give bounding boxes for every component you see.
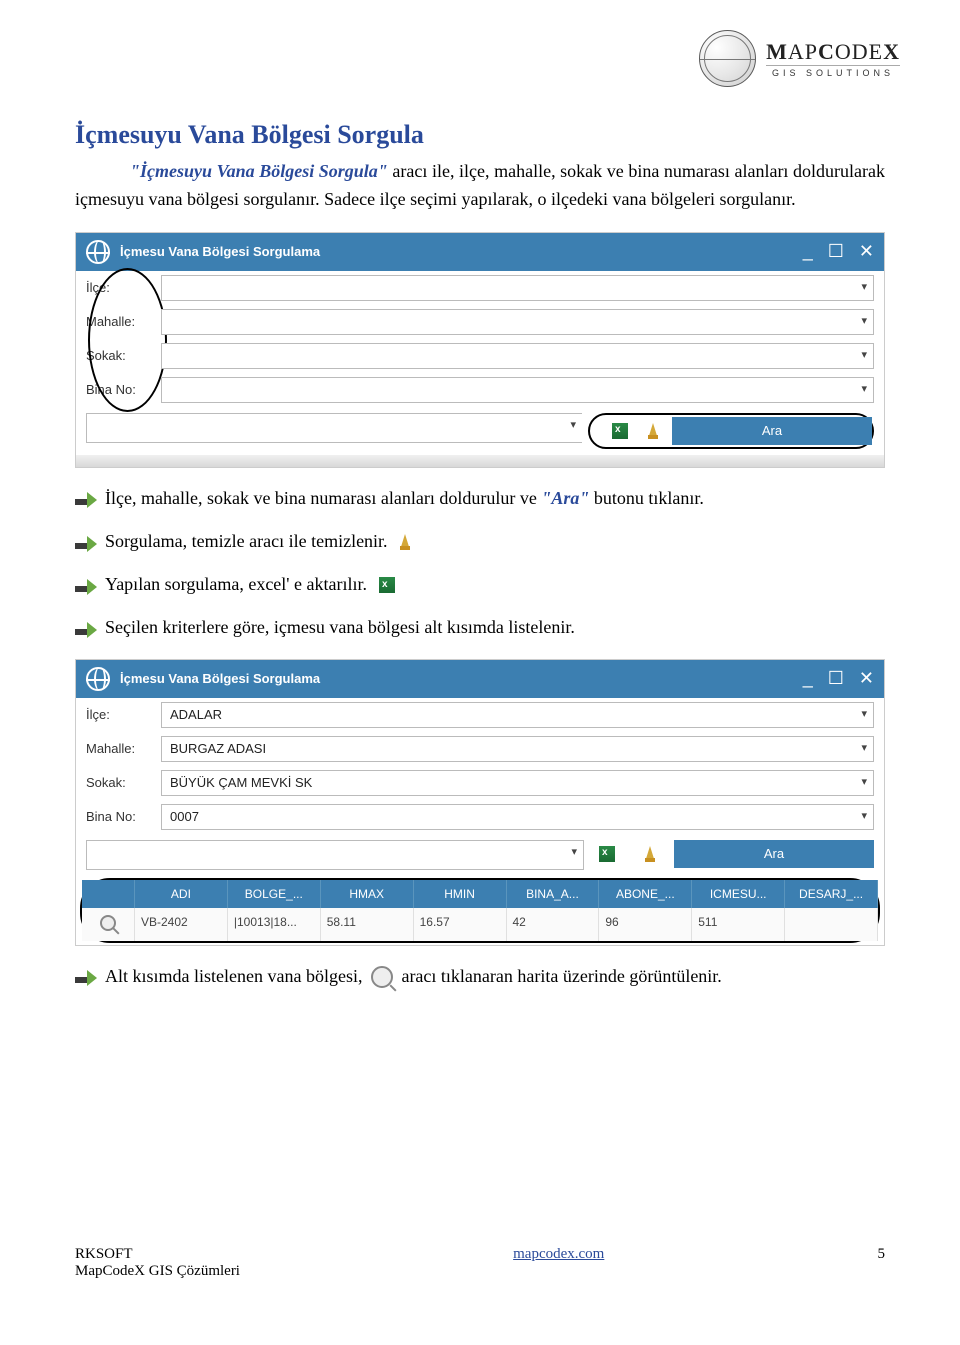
select-binano-2[interactable]: 0007 (161, 804, 874, 830)
maximize-icon[interactable]: ☐ (828, 241, 844, 262)
filter-input[interactable] (86, 413, 582, 443)
select-binano[interactable] (161, 377, 874, 403)
magnifier-icon (371, 966, 393, 988)
brand-logo: MAPCODEX GIS SOLUTIONS (699, 30, 900, 87)
label-ilce: İlçe: (86, 280, 161, 295)
excel-icon (379, 577, 395, 593)
screenshot-2: İçmesu Vana Bölgesi Sorgulama _ ☐ ✕ İlçe… (75, 659, 885, 946)
bullet-4: Seçilen kriterlere göre, içmesu vana böl… (75, 615, 885, 640)
window-title: İçmesu Vana Bölgesi Sorgulama (120, 244, 793, 259)
arrow-icon (75, 622, 97, 638)
minimize-icon[interactable]: _ (803, 668, 813, 689)
filter-input-2[interactable] (86, 840, 584, 870)
label-mahalle: Mahalle: (86, 314, 161, 329)
broom-icon (400, 534, 410, 550)
label-mahalle: Mahalle: (86, 741, 161, 756)
select-sokak-2[interactable]: BÜYÜK ÇAM MEVKİ SK (161, 770, 874, 796)
arrow-icon (75, 536, 97, 552)
excel-icon[interactable] (612, 423, 628, 439)
bullet-1: İlçe, mahalle, sokak ve bina numarası al… (75, 486, 885, 511)
page-number: 5 (877, 1246, 885, 1280)
results-highlight-ring: ADI BOLGE_... HMAX HMIN BINA_A... ABONE_… (80, 878, 880, 943)
minimize-icon[interactable]: _ (803, 241, 813, 262)
magnifier-icon[interactable] (100, 915, 116, 931)
label-binano: Bina No: (86, 382, 161, 397)
page-heading: İçmesuyu Vana Bölgesi Sorgula (75, 120, 885, 150)
bullet-2: Sorgulama, temizle aracı ile temizlenir. (75, 529, 885, 554)
broom-icon[interactable] (645, 846, 655, 862)
maximize-icon[interactable]: ☐ (828, 668, 844, 689)
select-mahalle-2[interactable]: BURGAZ ADASI (161, 736, 874, 762)
window-titlebar: İçmesu Vana Bölgesi Sorgulama _ ☐ ✕ (76, 233, 884, 271)
select-ilce[interactable] (161, 275, 874, 301)
broom-icon[interactable] (648, 423, 658, 439)
label-ilce: İlçe: (86, 707, 161, 722)
close-icon[interactable]: ✕ (859, 241, 874, 262)
arrow-icon (75, 579, 97, 595)
select-sokak[interactable] (161, 343, 874, 369)
footer-link[interactable]: mapcodex.com (513, 1246, 604, 1262)
bullet-3: Yapılan sorgulama, excel' e aktarılır. (75, 572, 885, 597)
app-icon (86, 240, 110, 264)
excel-icon[interactable] (599, 846, 615, 862)
results-table-header: ADI BOLGE_... HMAX HMIN BINA_A... ABONE_… (82, 880, 878, 908)
arrow-icon (75, 492, 97, 508)
brand-tagline: GIS SOLUTIONS (766, 65, 900, 78)
footer-product: MapCodeX GIS Çözümleri (75, 1263, 240, 1280)
window-title-2: İçmesu Vana Bölgesi Sorgulama (120, 671, 793, 686)
select-ilce-2[interactable]: ADALAR (161, 702, 874, 728)
arrow-icon (75, 970, 97, 986)
screenshot-1: İçmesu Vana Bölgesi Sorgulama _ ☐ ✕ İlçe… (75, 232, 885, 468)
select-mahalle[interactable] (161, 309, 874, 335)
label-binano: Bina No: (86, 809, 161, 824)
close-icon[interactable]: ✕ (859, 668, 874, 689)
table-row[interactable]: VB-2402 |10013|18... 58.11 16.57 42 96 5… (82, 908, 878, 941)
app-icon (86, 667, 110, 691)
search-button-2[interactable]: Ara (674, 840, 874, 868)
bullet-5: Alt kısımda listelenen vana bölgesi, ara… (75, 964, 885, 989)
intro-paragraph: "İçmesuyu Vana Bölgesi Sorgula" aracı il… (75, 158, 885, 214)
label-sokak: Sokak: (86, 775, 161, 790)
search-button[interactable]: Ara (672, 417, 872, 445)
window-titlebar-2: İçmesu Vana Bölgesi Sorgulama _ ☐ ✕ (76, 660, 884, 698)
globe-graphic (699, 30, 756, 87)
label-sokak: Sokak: (86, 348, 161, 363)
action-highlight-ring: Ara (588, 413, 874, 449)
footer-company: RKSOFT (75, 1246, 240, 1263)
brand-name: MAPCODEX (766, 39, 900, 65)
page-footer: RKSOFT MapCodeX GIS Çözümleri mapcodex.c… (75, 1246, 885, 1280)
